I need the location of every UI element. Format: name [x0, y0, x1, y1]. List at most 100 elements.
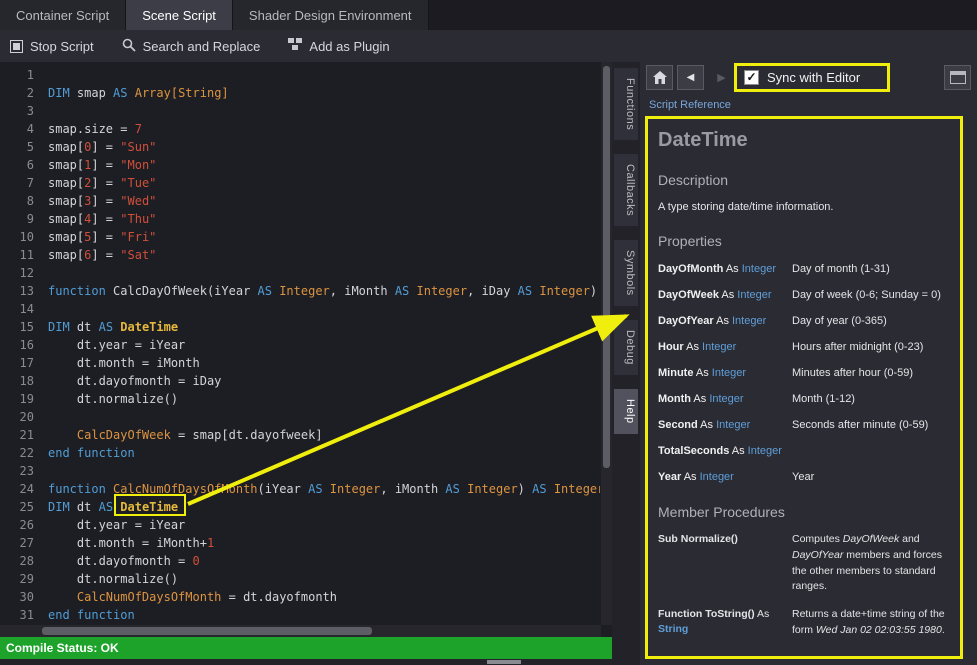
code-text: CalcDayOfWeek = smap[dt.dayofweek] [34, 426, 323, 444]
editor-vertical-scrollbar[interactable] [601, 62, 612, 625]
code-text [34, 408, 48, 426]
vertical-tab-strip: Functions Callbacks Symbols Debug Help [612, 62, 640, 665]
stop-script-button[interactable]: Stop Script [10, 39, 94, 54]
code-text: smap[4] = "Thu" [34, 210, 156, 228]
code-line[interactable]: 20 [0, 408, 600, 426]
code-line[interactable]: 24function CalcNumOfDaysOfMonth(iYear AS… [0, 480, 600, 498]
annotation-box-docs: DateTime Description A type storing date… [645, 116, 963, 659]
code-text: smap[5] = "Fri" [34, 228, 156, 246]
back-icon: ◀ [687, 72, 695, 83]
type-link[interactable]: Integer [716, 419, 750, 431]
properties-heading: Properties [658, 233, 950, 249]
code-line[interactable]: 15DIM dt AS DateTime [0, 318, 600, 336]
vtab-callbacks[interactable]: Callbacks [614, 154, 638, 226]
line-number: 29 [0, 570, 34, 588]
line-number: 15 [0, 318, 34, 336]
code-text [34, 102, 48, 120]
code-line[interactable]: 27 dt.month = iMonth+1 [0, 534, 600, 552]
property-row: Hour As IntegerHours after midnight (0-2… [658, 341, 950, 354]
code-line[interactable]: 6smap[1] = "Mon" [0, 156, 600, 174]
search-and-replace-button[interactable]: Search and Replace [122, 38, 261, 55]
code-line[interactable]: 8smap[3] = "Wed" [0, 192, 600, 210]
compile-status-bar: Compile Status: OK [0, 637, 612, 659]
line-number: 27 [0, 534, 34, 552]
plugin-icon [288, 38, 302, 54]
type-link[interactable]: Integer [700, 471, 734, 483]
code-text [34, 66, 48, 84]
line-number: 9 [0, 210, 34, 228]
code-line[interactable]: 19 dt.normalize() [0, 390, 600, 408]
code-line[interactable]: 28 dt.dayofmonth = 0 [0, 552, 600, 570]
tab-scene-script[interactable]: Scene Script [126, 0, 233, 30]
float-panel-button[interactable] [944, 65, 971, 90]
property-row: Second As IntegerSeconds after minute (0… [658, 419, 950, 432]
code-text: function CalcDayOfWeek(iYear AS Integer,… [34, 282, 597, 300]
code-line[interactable]: 21 CalcDayOfWeek = smap[dt.dayofweek] [0, 426, 600, 444]
code-editor[interactable]: 12DIM smap AS Array[String]34smap.size =… [0, 62, 612, 637]
code-line[interactable]: 25DIM dt AS DateTime [0, 498, 600, 516]
vtab-debug[interactable]: Debug [614, 320, 638, 375]
tab-shader-design-environment[interactable]: Shader Design Environment [233, 0, 429, 30]
code-line[interactable]: 23 [0, 462, 600, 480]
type-link[interactable]: Integer [742, 263, 776, 275]
back-button[interactable]: ◀ [677, 65, 704, 90]
forward-button[interactable]: ▶ [708, 65, 735, 90]
code-line[interactable]: 14 [0, 300, 600, 318]
code-line[interactable]: 2DIM smap AS Array[String] [0, 84, 600, 102]
add-as-plugin-button[interactable]: Add as Plugin [288, 38, 389, 54]
code-line[interactable]: 31end function [0, 606, 600, 624]
bottom-scrollbar-thumb[interactable] [487, 660, 521, 664]
type-link[interactable]: Integer [712, 367, 746, 379]
float-panel-icon [950, 71, 966, 84]
type-link[interactable]: Integer [709, 393, 743, 405]
type-link[interactable]: Integer [748, 445, 782, 457]
code-text [34, 264, 48, 282]
script-reference-link[interactable]: Script Reference [649, 99, 731, 111]
sync-with-editor-label: Sync with Editor [767, 70, 860, 85]
code-line[interactable]: 7smap[2] = "Tue" [0, 174, 600, 192]
sync-with-editor-checkbox[interactable]: ✓ [744, 70, 759, 85]
code-line[interactable]: 18 dt.dayofmonth = iDay [0, 372, 600, 390]
code-line[interactable]: 12 [0, 264, 600, 282]
type-link[interactable]: Integer [737, 289, 771, 301]
code-line[interactable]: 29 dt.normalize() [0, 570, 600, 588]
property-row: DayOfWeek As IntegerDay of week (0-6; Su… [658, 289, 950, 302]
code-line[interactable]: 3 [0, 102, 600, 120]
code-line[interactable]: 11smap[6] = "Sat" [0, 246, 600, 264]
line-number: 10 [0, 228, 34, 246]
type-link[interactable]: String [658, 623, 688, 635]
code-line[interactable]: 9smap[4] = "Thu" [0, 210, 600, 228]
code-line[interactable]: 4smap.size = 7 [0, 120, 600, 138]
editor-horizontal-scrollbar[interactable] [0, 625, 601, 637]
type-link[interactable]: Integer [702, 341, 736, 353]
code-line[interactable]: 26 dt.year = iYear [0, 516, 600, 534]
home-button[interactable] [646, 65, 673, 90]
vtab-help[interactable]: Help [614, 389, 638, 434]
code-line[interactable]: 22end function [0, 444, 600, 462]
code-line[interactable]: 13function CalcDayOfWeek(iYear AS Intege… [0, 282, 600, 300]
code-line[interactable]: 17 dt.month = iMonth [0, 354, 600, 372]
code-line[interactable]: 5smap[0] = "Sun" [0, 138, 600, 156]
search-icon [122, 38, 136, 55]
line-number: 30 [0, 588, 34, 606]
line-number: 6 [0, 156, 34, 174]
code-text: dt.normalize() [34, 570, 178, 588]
vtab-functions[interactable]: Functions [614, 68, 638, 140]
line-number: 17 [0, 354, 34, 372]
line-number: 5 [0, 138, 34, 156]
type-link[interactable]: Integer [732, 315, 766, 327]
code-lines: 12DIM smap AS Array[String]34smap.size =… [0, 66, 600, 625]
tab-container-script[interactable]: Container Script [0, 0, 126, 30]
code-line[interactable]: 10smap[5] = "Fri" [0, 228, 600, 246]
line-number: 13 [0, 282, 34, 300]
code-line[interactable]: 1 [0, 66, 600, 84]
compile-status-text: Compile Status: OK [6, 641, 119, 655]
code-text: dt.year = iYear [34, 336, 185, 354]
horizontal-scroll-thumb[interactable] [42, 627, 372, 635]
code-line[interactable]: 16 dt.year = iYear [0, 336, 600, 354]
code-text: end function [34, 606, 135, 624]
code-line[interactable]: 30 CalcNumOfDaysOfMonth = dt.dayofmonth [0, 588, 600, 606]
code-text [34, 300, 48, 318]
vtab-symbols[interactable]: Symbols [614, 240, 638, 306]
vertical-scroll-thumb[interactable] [603, 66, 610, 468]
